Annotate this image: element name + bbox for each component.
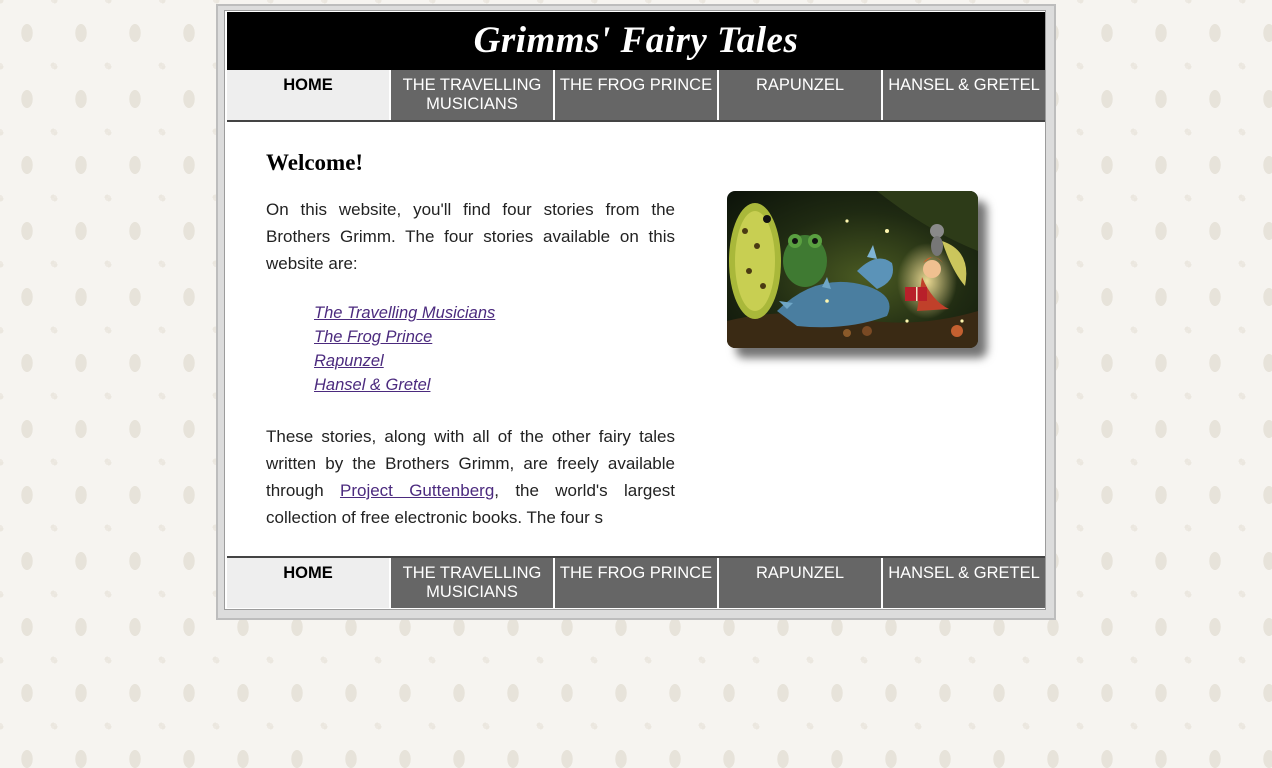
story-list: The Travelling Musicians The Frog Prince… <box>314 301 495 397</box>
nav-frog-prince[interactable]: THE FROG PRINCE <box>553 558 717 608</box>
list-item: Rapunzel <box>314 349 495 373</box>
story-link-rapunzel[interactable]: Rapunzel <box>314 352 384 370</box>
project-gutenberg-link[interactable]: Project Guttenberg <box>340 481 494 500</box>
intro-paragraph: On this website, you'll find four storie… <box>266 200 675 273</box>
bottom-nav: HOME THE TRAVELLING MUSICIANS THE FROG P… <box>227 556 1045 608</box>
outro-paragraph: These stories, along with all of the oth… <box>266 423 675 531</box>
list-item: The Frog Prince <box>314 325 495 349</box>
list-item: The Travelling Musicians <box>314 301 495 325</box>
welcome-heading: Welcome! <box>266 150 364 175</box>
nav-label: THE TRAVELLING MUSICIANS <box>402 564 542 601</box>
top-nav: HOME THE TRAVELLING MUSICIANS THE FROG P… <box>227 70 1045 122</box>
nav-hansel-gretel[interactable]: HANSEL & GRETEL <box>881 558 1045 608</box>
nav-hansel-gretel[interactable]: HANSEL & GRETEL <box>881 70 1045 120</box>
site-title-banner: Grimms' Fairy Tales <box>227 12 1045 70</box>
nav-home[interactable]: HOME <box>227 70 389 120</box>
nav-travelling-musicians[interactable]: THE TRAVELLING MUSICIANS <box>389 70 553 120</box>
nav-travelling-musicians[interactable]: THE TRAVELLING MUSICIANS <box>389 558 553 608</box>
nav-rapunzel[interactable]: RAPUNZEL <box>717 558 881 608</box>
nav-rapunzel[interactable]: RAPUNZEL <box>717 70 881 120</box>
story-link-frog-prince[interactable]: The Frog Prince <box>314 328 432 346</box>
nav-label: THE TRAVELLING MUSICIANS <box>402 76 542 113</box>
story-link-hansel-gretel[interactable]: Hansel & Gretel <box>314 376 430 394</box>
fairy-tale-illustration <box>727 191 978 348</box>
nav-frog-prince[interactable]: THE FROG PRINCE <box>553 70 717 120</box>
story-link-travelling-musicians[interactable]: The Travelling Musicians <box>314 304 495 322</box>
nav-home[interactable]: HOME <box>227 558 389 608</box>
list-item: Hansel & Gretel <box>314 373 495 397</box>
